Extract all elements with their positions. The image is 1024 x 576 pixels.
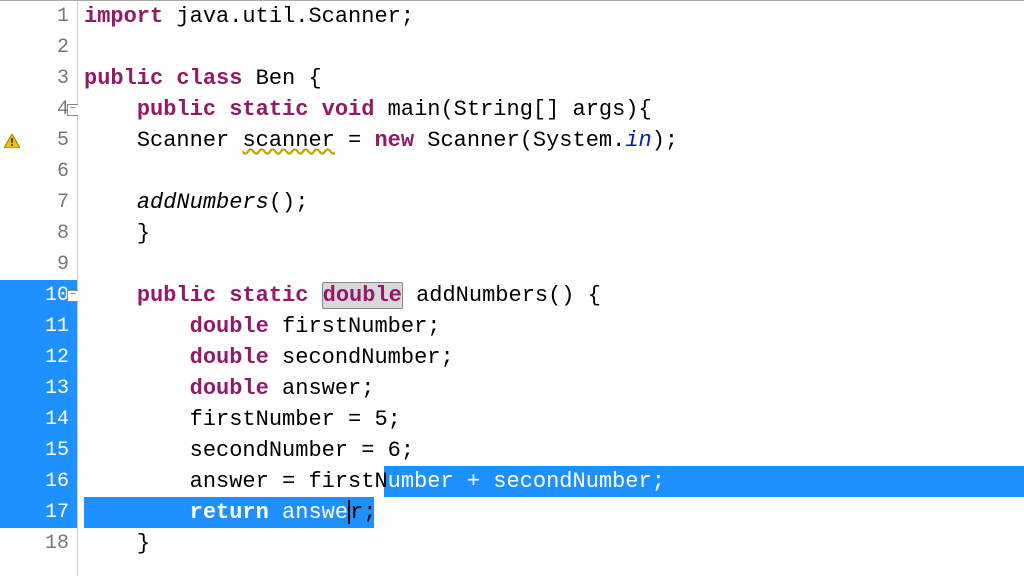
- code-line: addNumbers();: [78, 187, 1024, 218]
- code-line: double answer;: [78, 373, 1024, 404]
- code-line: [78, 249, 1024, 280]
- gutter-line: 1: [0, 1, 77, 32]
- gutter-line: 10−: [0, 280, 77, 311]
- gutter-line: 2: [0, 32, 77, 63]
- code-line: Scanner scanner = new Scanner(System.in)…: [78, 125, 1024, 156]
- code-line: firstNumber = 5;: [78, 404, 1024, 435]
- gutter-line: 4−: [0, 94, 77, 125]
- gutter-line: 17: [0, 497, 77, 528]
- code-line: double secondNumber;: [78, 342, 1024, 373]
- code-line: [78, 32, 1024, 63]
- code-line: }: [78, 218, 1024, 249]
- gutter-line: 18: [0, 528, 77, 559]
- gutter-line: 7: [0, 187, 77, 218]
- code-line: public static double addNumbers() {: [78, 280, 1024, 311]
- gutter-line: 6: [0, 156, 77, 187]
- gutter-line: 13: [0, 373, 77, 404]
- code-line: answer = firstNumber + secondNumber;: [78, 466, 1024, 497]
- code-line: return answer;: [78, 497, 1024, 528]
- code-line: secondNumber = 6;: [78, 435, 1024, 466]
- text-cursor: [348, 500, 350, 524]
- gutter-line: 9: [0, 249, 77, 280]
- gutter-line: 8: [0, 218, 77, 249]
- code-line: }: [78, 528, 1024, 559]
- code-line: import java.util.Scanner;: [78, 1, 1024, 32]
- line-number-gutter: 1 2 3 4− 5 6 7 8 9 10− 11 12 13 14 15 16…: [0, 1, 78, 576]
- code-line: public class Ben {: [78, 63, 1024, 94]
- gutter-line: 3: [0, 63, 77, 94]
- code-line: [78, 156, 1024, 187]
- gutter-line: 5: [0, 125, 77, 156]
- gutter-line: 12: [0, 342, 77, 373]
- gutter-line: 16: [0, 466, 77, 497]
- gutter-line: 15: [0, 435, 77, 466]
- gutter-line: 14: [0, 404, 77, 435]
- code-line: double firstNumber;: [78, 311, 1024, 342]
- code-editor[interactable]: import java.util.Scanner; public class B…: [78, 1, 1024, 576]
- code-line: public static void main(String[] args){: [78, 94, 1024, 125]
- warning-icon: [4, 134, 20, 148]
- gutter-line: 11: [0, 311, 77, 342]
